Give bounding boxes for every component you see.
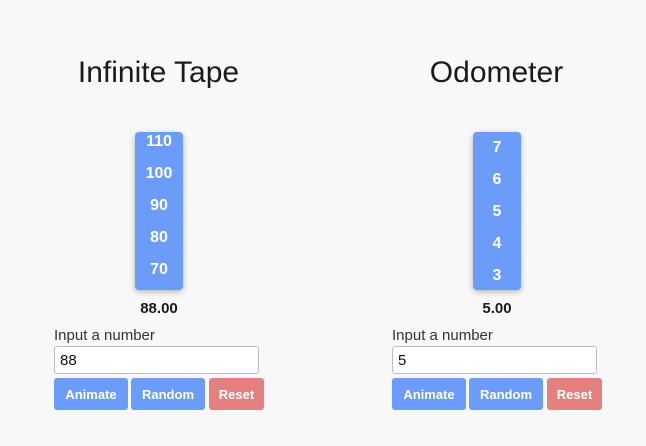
odometer-display: 7 6 5 4 3 <box>473 132 521 290</box>
tape-tick: 90 <box>150 197 168 214</box>
infinite-tape-panel: Infinite Tape 110 100 90 80 70 88.00 Inp… <box>0 0 323 446</box>
odometer-digit: 3 <box>492 267 502 284</box>
odometer-title: Odometer <box>429 56 564 89</box>
infinite-tape-value: 88.00 <box>140 300 178 317</box>
infinite-tape-reset-button[interactable]: Reset <box>209 378 264 410</box>
tape-tick: 70 <box>150 261 168 278</box>
odometer-digit: 7 <box>492 139 502 156</box>
odometer-digit: 5 <box>492 203 502 220</box>
infinite-tape-number-input[interactable] <box>54 346 259 374</box>
odometer-reset-button[interactable]: Reset <box>547 378 602 410</box>
odometer-value: 5.00 <box>482 300 512 317</box>
tape-tick: 100 <box>145 165 173 182</box>
infinite-tape-display: 110 100 90 80 70 <box>135 132 183 290</box>
infinite-tape-random-button[interactable]: Random <box>131 378 205 410</box>
odometer-random-button[interactable]: Random <box>469 378 543 410</box>
odometer-panel: Odometer 7 6 5 4 3 5.00 Input a number A… <box>323 0 646 446</box>
odometer-digit: 4 <box>492 235 502 252</box>
tape-tick: 80 <box>150 229 168 246</box>
odometer-digit: 6 <box>492 171 502 188</box>
infinite-tape-title: Infinite Tape <box>77 56 240 89</box>
tape-tick: 110 <box>146 133 172 150</box>
infinite-tape-animate-button[interactable]: Animate <box>54 378 128 410</box>
infinite-tape-input-label: Input a number <box>54 327 155 344</box>
odometer-input-label: Input a number <box>392 327 493 344</box>
odometer-number-input[interactable] <box>392 346 597 374</box>
odometer-animate-button[interactable]: Animate <box>392 378 466 410</box>
